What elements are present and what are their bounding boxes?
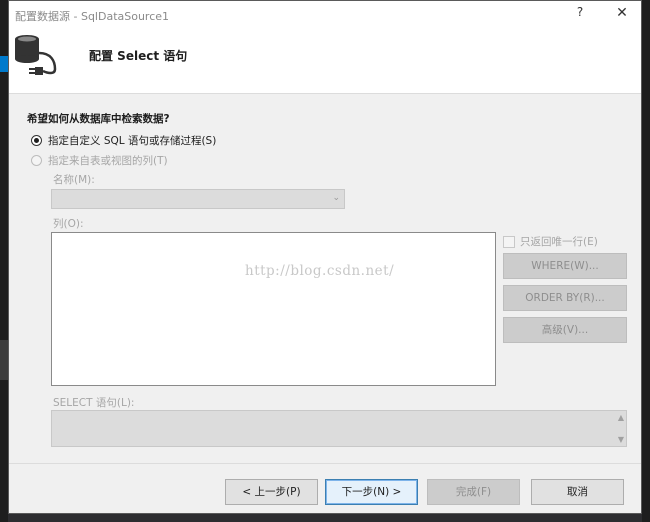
cancel-button[interactable]: 取消 bbox=[531, 479, 624, 505]
close-button[interactable]: ✕ bbox=[613, 5, 631, 23]
radio-table-columns[interactable]: 指定来自表或视图的列(T) bbox=[31, 153, 168, 168]
finish-button[interactable]: 完成(F) bbox=[427, 479, 520, 505]
background-ide-accent bbox=[0, 56, 8, 72]
columns-list[interactable] bbox=[51, 232, 496, 386]
next-button[interactable]: 下一步(N) > bbox=[325, 479, 418, 505]
radio-table-columns-label: 指定来自表或视图的列(T) bbox=[48, 155, 168, 167]
scroll-up-icon[interactable]: ▲ bbox=[618, 413, 624, 422]
database-connector-icon bbox=[15, 35, 57, 75]
question-label: 希望如何从数据库中检索数据? bbox=[27, 113, 170, 125]
select-statement-textbox[interactable]: ▲ ▼ bbox=[51, 410, 627, 447]
radio-custom-sql[interactable]: 指定自定义 SQL 语句或存储过程(S) bbox=[31, 133, 216, 148]
configure-datasource-dialog: 配置数据源 - SqlDataSource1 ? ✕ 配置 Select 语句 … bbox=[8, 0, 642, 514]
name-label: 名称(M): bbox=[53, 174, 95, 186]
background-ide-right bbox=[642, 0, 650, 522]
footer-divider bbox=[9, 463, 641, 464]
previous-button[interactable]: < 上一步(P) bbox=[225, 479, 318, 505]
background-ide-left bbox=[0, 0, 8, 522]
where-button[interactable]: WHERE(W)... bbox=[503, 253, 627, 279]
order-by-button[interactable]: ORDER BY(R)... bbox=[503, 285, 627, 311]
chevron-down-icon: ⌄ bbox=[332, 193, 340, 203]
advanced-button[interactable]: 高级(V)... bbox=[503, 317, 627, 343]
background-ide-panel bbox=[0, 340, 8, 380]
radio-unselected-icon[interactable] bbox=[31, 155, 42, 166]
unique-rows-checkbox[interactable]: 只返回唯一行(E) bbox=[503, 234, 598, 249]
page-title: 配置 Select 语句 bbox=[89, 49, 188, 63]
title-bar: 配置数据源 - SqlDataSource1 ? ✕ bbox=[9, 1, 641, 29]
columns-label: 列(O): bbox=[53, 218, 84, 230]
watermark-text: http://blog.csdn.net/ bbox=[245, 263, 395, 279]
window-title: 配置数据源 - SqlDataSource1 bbox=[15, 10, 170, 23]
select-statement-label: SELECT 语句(L): bbox=[53, 397, 135, 409]
unique-rows-label: 只返回唯一行(E) bbox=[520, 236, 598, 248]
scroll-down-icon[interactable]: ▼ bbox=[618, 435, 624, 444]
wizard-header: 配置 Select 语句 bbox=[9, 29, 641, 94]
checkbox-icon[interactable] bbox=[503, 235, 515, 248]
help-button[interactable]: ? bbox=[571, 5, 589, 23]
radio-selected-icon[interactable] bbox=[31, 135, 42, 146]
radio-custom-sql-label: 指定自定义 SQL 语句或存储过程(S) bbox=[48, 135, 217, 147]
table-name-combobox[interactable]: ⌄ bbox=[51, 189, 345, 209]
